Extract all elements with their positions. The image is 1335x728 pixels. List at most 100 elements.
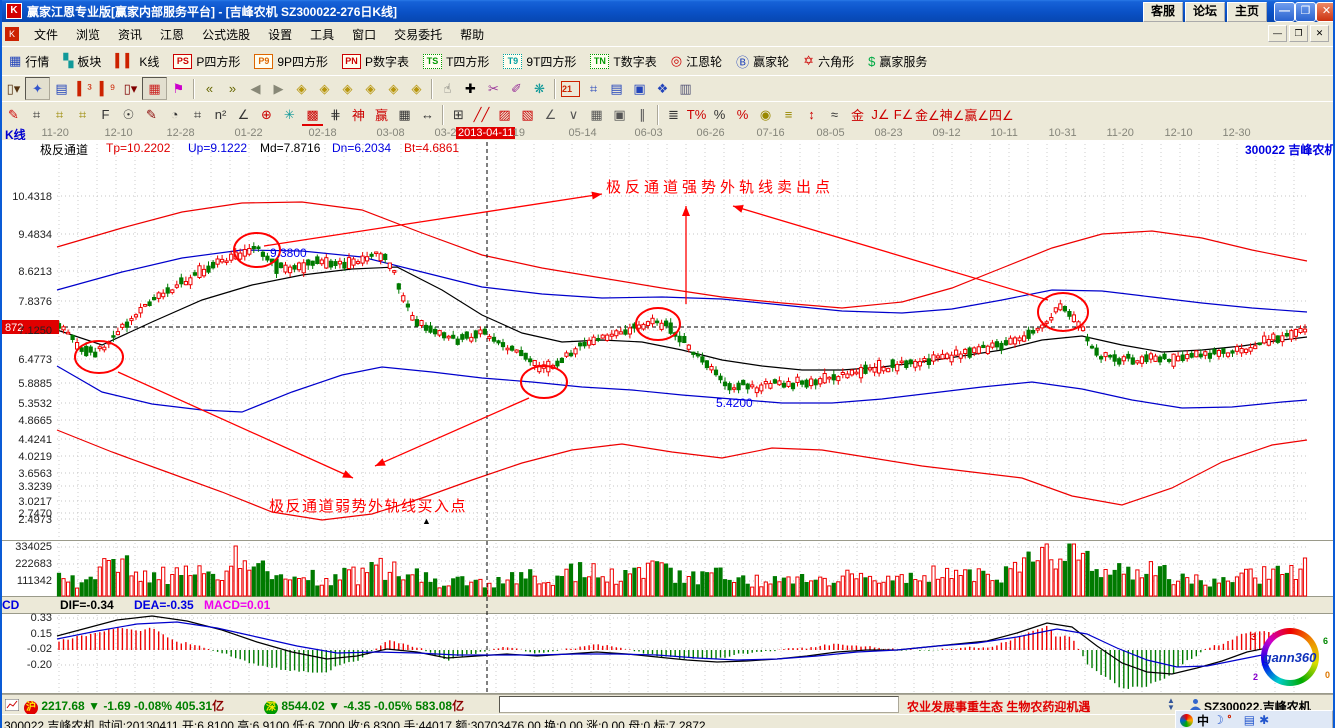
tb1-t-square[interactable]: TST四方形 xyxy=(416,49,496,73)
grid-123-icon[interactable]: ▦ xyxy=(393,104,416,125)
ime-keyboard-icon[interactable]: ▤ xyxy=(1244,713,1255,727)
j-angle-icon[interactable]: J∠ xyxy=(869,104,892,125)
tb1-market-quotes[interactable]: ▦行情 xyxy=(2,49,56,73)
menu-news[interactable]: 资讯 xyxy=(109,23,151,46)
edit-label-icon[interactable]: ✐ xyxy=(505,78,528,99)
ime-ball-icon[interactable] xyxy=(1180,714,1193,727)
percent-icon[interactable]: % xyxy=(708,104,731,125)
flag-colors-icon[interactable]: ⚑ xyxy=(167,78,190,99)
hand-drag-icon[interactable]: ☝ xyxy=(436,78,459,99)
parallel-lines-icon[interactable]: ∥ xyxy=(631,104,654,125)
close-button[interactable]: ✕ xyxy=(1316,2,1335,22)
menu-file[interactable]: 文件 xyxy=(25,23,67,46)
gann-line-icon[interactable]: ⌗ xyxy=(25,104,48,125)
gold-angle-icon[interactable]: 金∠ xyxy=(915,104,940,125)
menu-settings[interactable]: 设置 xyxy=(259,23,301,46)
menu-formula-picker[interactable]: 公式选股 xyxy=(193,23,259,46)
tb1-hexagon[interactable]: ✡六角形 xyxy=(796,49,861,73)
mdi-minimize-button[interactable]: — xyxy=(1268,25,1287,42)
tb1-winner-service[interactable]: $赢家服务 xyxy=(861,49,934,73)
angle-lines-icon[interactable]: ∠ xyxy=(539,104,562,125)
ime-moon-icon[interactable]: ☽ xyxy=(1213,713,1224,727)
crosshair-icon[interactable]: ✚ xyxy=(459,78,482,99)
save-icon[interactable]: ▣ xyxy=(628,78,651,99)
chart-style-dropdown-icon[interactable]: ▯▾ xyxy=(2,78,25,99)
kline-chart-canvas[interactable]: 极反通道强势外轨线卖出点极反通道弱势外轨线买入点9.38005.4200▲872… xyxy=(2,140,1335,694)
period-dropdown-icon[interactable]: ▯▾ xyxy=(119,78,142,99)
homepage-button[interactable]: 主页 xyxy=(1227,2,1267,22)
ime-settings-icon[interactable]: ✱ xyxy=(1259,713,1269,727)
news-spin-control[interactable]: ▲▼ xyxy=(1167,697,1175,711)
tb1-sectors[interactable]: ▚板块 xyxy=(56,49,108,73)
expand-width-icon[interactable]: ◈ xyxy=(336,78,359,99)
fib-tool-icon[interactable]: F xyxy=(94,104,117,125)
web-grid-icon[interactable]: ▩ xyxy=(301,104,324,125)
export-icon[interactable]: ❖ xyxy=(651,78,674,99)
fan-dense-icon[interactable]: ▧ xyxy=(516,104,539,125)
box-tool-icon[interactable]: ⊞ xyxy=(447,104,470,125)
quote-info-icon[interactable]: ▤ xyxy=(50,78,73,99)
ying-angle-icon[interactable]: 赢∠ xyxy=(964,104,989,125)
gold-coin-icon[interactable]: ◉ xyxy=(754,104,777,125)
last-bar-icon[interactable]: » xyxy=(221,78,244,99)
ime-punct-icon[interactable]: ゜ xyxy=(1228,712,1240,728)
zoom-out-x-icon[interactable]: ◈ xyxy=(290,78,313,99)
price-mark-icon[interactable]: ⋕ xyxy=(324,104,347,125)
tb1-kline[interactable]: ▍▍K线 xyxy=(108,49,166,73)
tb1-9t-square[interactable]: T99T四方形 xyxy=(496,49,583,73)
calculator-icon[interactable]: ⌗ xyxy=(582,78,605,99)
menu-window[interactable]: 窗口 xyxy=(343,23,385,46)
menu-help[interactable]: 帮助 xyxy=(451,23,493,46)
f-angle-icon[interactable]: F∠ xyxy=(892,104,915,125)
tb1-gann-wheel[interactable]: ◎江恩轮 xyxy=(664,49,729,73)
gold-levels-icon[interactable]: ≡ xyxy=(777,104,800,125)
minimize-button[interactable]: — xyxy=(1274,2,1295,22)
first-bar-icon[interactable]: « xyxy=(198,78,221,99)
percent-line-icon[interactable]: % xyxy=(731,104,754,125)
menu-tools[interactable]: 工具 xyxy=(301,23,343,46)
star-grid-icon[interactable]: ✳ xyxy=(278,104,301,125)
spiral-icon[interactable]: ☉ xyxy=(117,104,140,125)
ruler-grid-icon[interactable]: ⌗ xyxy=(186,104,209,125)
tb1-t-number-table[interactable]: TNT数字表 xyxy=(583,49,663,73)
shenzhen-index-icon[interactable]: 深 xyxy=(264,701,278,715)
stats-icon[interactable]: ≣ xyxy=(662,104,685,125)
wave-icon[interactable]: ≈ xyxy=(823,104,846,125)
mdi-close-button[interactable]: ✕ xyxy=(1310,25,1329,42)
report-icon[interactable]: ▤ xyxy=(605,78,628,99)
scissors-icon[interactable]: ✂ xyxy=(482,78,505,99)
prev-bar-icon[interactable]: ◀ xyxy=(244,78,267,99)
expand-height-icon[interactable]: ◈ xyxy=(382,78,405,99)
compress-width-icon[interactable]: ◈ xyxy=(359,78,382,99)
shen-angle-icon[interactable]: 神∠ xyxy=(940,104,965,125)
v-lines-icon[interactable]: ∨ xyxy=(562,104,585,125)
bars-9-icon[interactable]: ▍⁹ xyxy=(96,78,119,99)
ime-chinese-icon[interactable]: 中 xyxy=(1197,712,1209,728)
gold-cjk-icon[interactable]: 金 xyxy=(846,104,869,125)
gann-circle-icon[interactable]: ◔ xyxy=(163,104,186,125)
compress-height-icon[interactable]: ◈ xyxy=(405,78,428,99)
forum-button[interactable]: 论坛 xyxy=(1185,2,1225,22)
draw-pencil-icon[interactable]: ✎ xyxy=(2,104,25,125)
ying-ruler-icon[interactable]: 赢 xyxy=(370,104,393,125)
news-ticker[interactable]: 农业发展事重生态 生物农药迎机遇 xyxy=(907,698,1090,715)
fan-box-icon[interactable]: ▨ xyxy=(493,104,516,125)
golden-grid2-icon[interactable]: ⌗ xyxy=(71,104,94,125)
tb1-9p-square[interactable]: P99P四方形 xyxy=(247,49,335,73)
mdi-restore-button[interactable]: ❐ xyxy=(1289,25,1308,42)
shanghai-index-icon[interactable]: 沪 xyxy=(24,701,38,715)
menu-trade[interactable]: 交易委托 xyxy=(385,23,451,46)
calendar-icon[interactable]: 21 xyxy=(559,78,582,99)
customer-service-button[interactable]: 客服 xyxy=(1143,2,1183,22)
gann-target-icon[interactable]: ⊕ xyxy=(255,104,278,125)
zoom-in-x-icon[interactable]: ◈ xyxy=(313,78,336,99)
percent-t-icon[interactable]: T% xyxy=(685,104,708,125)
width-measure-icon[interactable]: ↔ xyxy=(416,104,439,125)
angle-tool-icon[interactable]: ∠ xyxy=(232,104,255,125)
next-bar-icon[interactable]: ▶ xyxy=(267,78,290,99)
gann-grid-toggle-icon[interactable]: ▦ xyxy=(142,77,167,100)
gann-pattern-icon[interactable]: ✦ xyxy=(25,77,50,100)
menu-browse[interactable]: 浏览 xyxy=(67,23,109,46)
shen-ruler-icon[interactable]: 神 xyxy=(347,104,370,125)
fan-lines-icon[interactable]: ╱╱ xyxy=(470,104,493,125)
